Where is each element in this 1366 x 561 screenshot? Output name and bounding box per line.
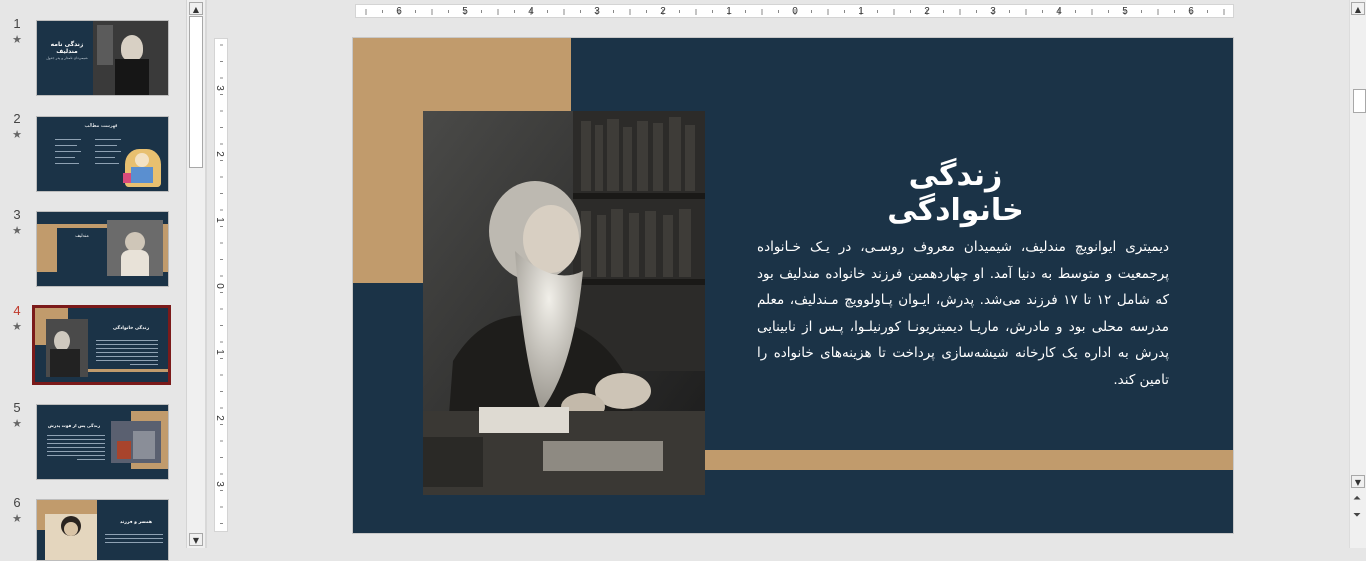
slide-number-4: 4 [13,303,21,318]
slide-number-2: 2 [13,111,21,126]
ruler-label: 4 [528,6,534,17]
animation-star-icon: ★ [12,224,22,237]
animation-star-icon: ★ [12,128,22,141]
slide-thumbnail-4-selected[interactable]: زندگی خانوادگی [32,305,171,385]
ruler-label: 1 [726,6,732,17]
ruler-label: 1 [214,217,225,223]
animation-star-icon: ★ [12,320,22,333]
thumb-title: زندگی خانوادگی [112,326,150,331]
editor-scroll-thumb[interactable] [1353,89,1366,113]
slide-thumbnail-5[interactable]: زندگی پس از فوت پدرش [36,404,169,480]
horizontal-ruler: 6 5 4 3 2 1 0 1 2 3 4 5 6 [355,4,1234,18]
thumb-subtitle: شیمی‌دان نامدار و پدر جدول [46,56,88,60]
slide-thumbnail-1[interactable]: زندگی نامه مندلیف شیمی‌دان نامدار و پدر … [36,20,169,96]
slide-thumbnail-6[interactable]: همسر و فرزند [36,499,169,561]
ruler-label: 2 [924,6,930,17]
ruler-label: 3 [990,6,996,17]
slide-thumbnail-2[interactable]: فهرست مطالب [36,116,169,192]
thumb-title: فهرست مطالب [84,123,118,129]
ruler-label: 6 [396,6,402,17]
slide-thumbnail-pane: 1 ★ زندگی نامه مندلیف شیمی‌دان نامدار و … [0,0,186,561]
mendeleev-portrait-photo[interactable] [423,111,705,495]
animation-star-icon: ★ [12,417,22,430]
thumb-title: همسر و فرزند [119,520,153,525]
thumb-title: زندگی پس از فوت پدرش [48,423,100,428]
thumbnail-scrollbar[interactable]: ▲ ▼ [186,0,205,548]
thumb-photo [111,421,161,463]
next-slide-icon[interactable]: ⏷ [1350,509,1364,523]
thumb-title: زندگی نامه مندلیف [50,41,84,55]
ruler-label: 3 [214,85,225,91]
previous-slide-icon[interactable]: ⏶ [1350,492,1364,506]
scroll-down-icon[interactable]: ▼ [1351,475,1365,488]
ruler-label: 1 [858,6,864,17]
ruler-label: 3 [594,6,600,17]
thumb-illustration [123,149,161,187]
vertical-ruler: 3 2 1 0 1 2 3 [214,38,228,532]
scroll-down-icon[interactable]: ▼ [189,533,203,546]
ruler-label: 4 [1056,6,1062,17]
editor-scrollbar[interactable]: ▲ ▼ [1349,0,1366,548]
ruler-label: 2 [214,415,225,421]
ruler-label: 1 [214,349,225,355]
slide-number-6: 6 [13,495,21,510]
ruler-label: 0 [214,283,225,289]
slide-number-1: 1 [13,16,21,31]
thumb-photo [93,21,168,95]
ruler-label: 2 [660,6,666,17]
thumbnail-scroll-thumb[interactable] [189,16,203,168]
slide-number-3: 3 [13,207,21,222]
slide-number-5: 5 [13,400,21,415]
animation-star-icon: ★ [12,512,22,525]
thumb-photo [107,220,163,276]
portrait-illustration [423,111,705,495]
ruler-label: 3 [214,481,225,487]
animation-star-icon: ★ [12,33,22,46]
scroll-up-icon[interactable]: ▲ [189,2,203,15]
thumb-photo [46,319,88,377]
ruler-label: 5 [462,6,468,17]
slide-title[interactable]: زندگی خانوادگی [853,158,1058,228]
ruler-label: 5 [1122,6,1128,17]
scroll-up-icon[interactable]: ▲ [1351,2,1365,15]
ruler-label: 2 [214,151,225,157]
slide-canvas[interactable]: زندگی خانوادگی دیمیتری ایوانویچ مندلیف، … [353,38,1233,533]
ruler-label: 6 [1188,6,1194,17]
thumb-title: مندلیف [75,234,89,239]
accent-strip [705,450,1233,470]
ruler-label: 0 [792,6,798,17]
thumb-photo [45,514,97,560]
pane-splitter[interactable] [205,0,207,548]
slide-thumbnail-3[interactable]: مندلیف [36,211,169,287]
slide-body-text[interactable]: دیمیتری ایوانویچ مندلیف، شیمیدان معروف ر… [757,234,1169,393]
